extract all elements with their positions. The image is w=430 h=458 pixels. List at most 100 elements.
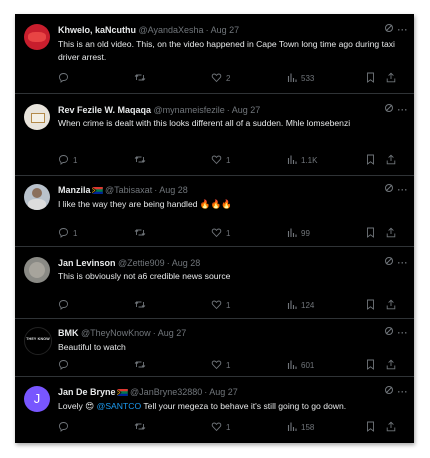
share-button[interactable] (386, 72, 396, 86)
author-handle[interactable]: @TheyNowKnow (81, 328, 151, 338)
reply-button[interactable] (58, 299, 73, 313)
retweet-button[interactable] (134, 299, 150, 313)
retweet-button[interactable] (134, 359, 150, 373)
more-icon[interactable]: ··· (398, 103, 409, 117)
like-icon (211, 360, 222, 370)
share-icon (386, 72, 396, 83)
mention-link[interactable]: @SANTCO (97, 401, 142, 411)
bookmark-button[interactable] (366, 154, 375, 168)
tweet-date[interactable]: Aug 27 (232, 105, 261, 115)
author-name[interactable]: Jan Levinson (58, 258, 116, 268)
author-name[interactable]: BMK (58, 328, 79, 338)
views-icon (287, 300, 297, 309)
share-button[interactable] (386, 359, 396, 373)
author-name[interactable]: Jan De Bryne (58, 387, 116, 397)
tweet-date[interactable]: Aug 27 (209, 387, 238, 397)
bookmark-button[interactable] (366, 227, 375, 241)
like-button[interactable]: 1 (211, 154, 230, 168)
tweet-header: Manzila @Tabisaxat · Aug 28 (58, 185, 188, 195)
reply-tweet[interactable]: Jan Levinson @Zettie909 · Aug 28 ··· This … (15, 247, 414, 319)
bookmark-button[interactable] (366, 299, 375, 313)
grok-icon[interactable] (384, 256, 394, 270)
grok-icon[interactable] (384, 23, 394, 37)
author-handle[interactable]: @Zettie909 (118, 258, 165, 268)
view-count: 99 (301, 229, 310, 238)
retweet-icon (134, 361, 146, 368)
more-icon[interactable]: ··· (398, 326, 409, 340)
reply-button[interactable] (58, 421, 73, 435)
retweet-button[interactable] (134, 72, 150, 86)
replies-panel: Khwelo, kaNcuthu @AyandaXesha · Aug 27 ···… (15, 14, 414, 443)
avatar[interactable]: THEY KNOW (24, 327, 52, 355)
reply-button[interactable]: 1 (58, 154, 77, 168)
grok-icon[interactable] (384, 385, 394, 399)
avatar-logo-text: THEY KNOW (26, 337, 50, 341)
grok-icon[interactable] (384, 103, 394, 117)
retweet-button[interactable] (134, 421, 150, 435)
reply-icon (59, 155, 68, 165)
reply-tweet[interactable]: Manzila @Tabisaxat · Aug 28 ··· I like the… (15, 176, 414, 247)
share-icon (386, 299, 396, 310)
reply-icon (59, 300, 68, 310)
tweet-text: When crime is dealt with this looks diff… (58, 118, 351, 128)
avatar[interactable] (24, 257, 50, 283)
reply-tweet[interactable]: J Jan De Bryne @JanBryne32880 · Aug 27 ···… (15, 377, 414, 443)
action-bar: 1 601 (58, 359, 404, 373)
avatar[interactable] (24, 104, 50, 130)
retweet-button[interactable] (134, 227, 150, 241)
author-handle[interactable]: @JanBryne32880 (130, 387, 202, 397)
author-handle[interactable]: @Tabisaxat (105, 185, 152, 195)
reply-tweet[interactable]: THEY KNOW BMK @TheyNowKnow · Aug 27 ··· Be… (15, 319, 414, 377)
more-icon[interactable]: ··· (398, 183, 409, 197)
views-button[interactable]: 99 (287, 227, 310, 241)
like-button[interactable]: 1 (211, 421, 230, 435)
reply-button[interactable] (58, 359, 73, 373)
retweet-icon (134, 423, 146, 430)
like-button[interactable]: 1 (211, 227, 230, 241)
tweet-text: Lovely 😍 @SANTCO Tell your megeza to beh… (58, 401, 347, 411)
bookmark-icon (367, 227, 374, 238)
avatar[interactable] (24, 24, 50, 50)
avatar[interactable] (24, 184, 50, 210)
views-button[interactable]: 158 (287, 421, 314, 435)
views-icon (287, 360, 297, 369)
grok-icon[interactable] (384, 183, 394, 197)
action-bar: 1 158 (58, 421, 404, 435)
retweet-button[interactable] (134, 154, 150, 168)
like-button[interactable]: 1 (211, 359, 230, 373)
avatar-letter: J (33, 391, 41, 406)
share-button[interactable] (386, 421, 396, 435)
views-button[interactable]: 124 (287, 299, 314, 313)
views-icon (287, 422, 297, 431)
views-button[interactable]: 533 (287, 72, 314, 86)
like-button[interactable]: 1 (211, 299, 230, 313)
tweet-date[interactable]: Aug 28 (159, 185, 188, 195)
tweet-date[interactable]: Aug 27 (211, 25, 240, 35)
bookmark-button[interactable] (366, 359, 375, 373)
tweet-date[interactable]: Aug 28 (172, 258, 201, 268)
views-button[interactable]: 601 (287, 359, 314, 373)
views-icon (287, 228, 297, 237)
share-button[interactable] (386, 154, 396, 168)
bookmark-button[interactable] (366, 421, 375, 435)
reply-tweet[interactable]: Rev Fezile W. Maqaqa @mynameisfezile · Aug… (15, 94, 414, 176)
tweet-date[interactable]: Aug 27 (158, 328, 187, 338)
avatar[interactable]: J (24, 386, 50, 412)
author-name[interactable]: Manzila (58, 185, 91, 195)
more-icon[interactable]: ··· (398, 385, 409, 399)
author-name[interactable]: Khwelo, kaNcuthu (58, 25, 136, 35)
author-name[interactable]: Rev Fezile W. Maqaqa (58, 105, 151, 115)
share-button[interactable] (386, 299, 396, 313)
like-button[interactable]: 2 (211, 72, 230, 86)
author-handle[interactable]: @mynameisfezile (154, 105, 225, 115)
author-handle[interactable]: @AyandaXesha (139, 25, 204, 35)
grok-icon[interactable] (384, 326, 394, 340)
reply-button[interactable]: 1 (58, 227, 77, 241)
reply-tweet[interactable]: Khwelo, kaNcuthu @AyandaXesha · Aug 27 ···… (15, 14, 414, 94)
more-icon[interactable]: ··· (398, 256, 409, 270)
views-button[interactable]: 1.1K (287, 154, 317, 168)
reply-button[interactable] (58, 72, 73, 86)
bookmark-button[interactable] (366, 72, 375, 86)
share-button[interactable] (386, 227, 396, 241)
more-icon[interactable]: ··· (398, 23, 409, 37)
